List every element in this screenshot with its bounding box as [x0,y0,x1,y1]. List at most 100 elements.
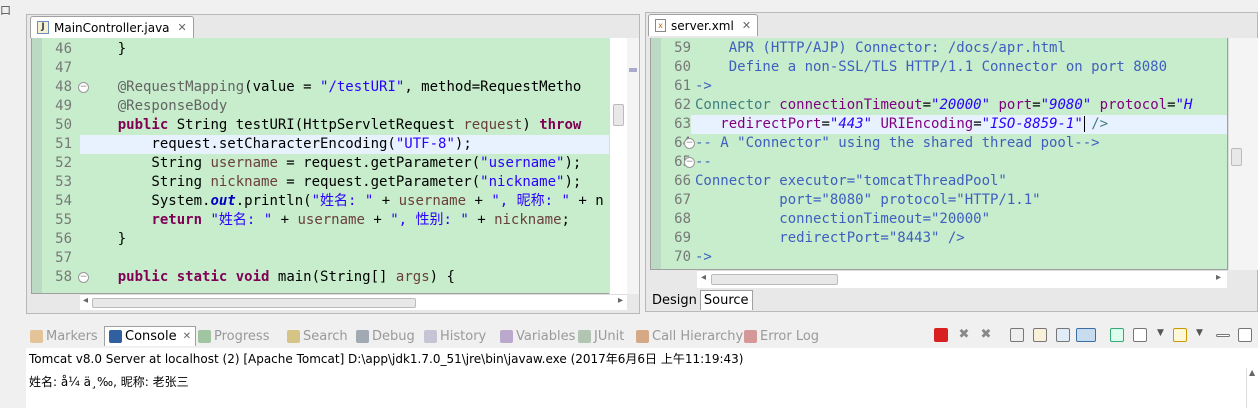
tab-server-xml[interactable]: x server.xml ✕ [648,14,759,36]
tab-history[interactable]: History [424,326,486,346]
line-number: 67 [674,192,691,208]
tab-label: Console [125,329,177,344]
chevron-down-icon[interactable]: ▼ [1196,328,1203,338]
code-token: "nickname" [480,174,565,190]
code-token: + [466,193,492,209]
word-wrap-icon[interactable] [1056,328,1070,342]
line-number: 48 [55,79,72,95]
code-token: + n [569,193,604,209]
right-vertical-scroll-thumb[interactable] [1231,148,1242,166]
remove-all-terminated-icon[interactable]: ✖ [979,328,993,342]
line-number: 66 [674,173,691,189]
right-horizontal-scrollbar[interactable]: ◂ ▸ [697,270,1227,288]
tab-markers[interactable]: Markers [30,326,98,346]
display-selected-console-icon[interactable] [1110,328,1124,342]
minimize-icon[interactable] [1216,334,1230,337]
code-token: void [235,269,270,285]
code-token: redirectPort [720,116,822,132]
code-token: Define a non-SSL/TLS HTTP/1.1 Connector … [695,59,1168,75]
code-token: "9080" [1040,97,1092,113]
close-icon[interactable]: ✕ [183,331,191,342]
right-code-editor[interactable]: 59 APR (HTTP/AJP) Connector: /docs/apr.h… [650,38,1228,270]
code-token: "/testURI" [320,79,405,95]
line-number [42,287,72,293]
fold-toggle-icon[interactable]: − [684,157,695,168]
code-token: ", 性别: " [390,212,469,228]
code-line: @ResponseBody [84,97,228,116]
code-token: ) [522,117,540,133]
console-output: 姓名: å¼ ä¸‰, 昵称: 老张三 [29,375,189,389]
code-token: args [395,269,430,285]
tab-debug[interactable]: Debug [356,326,415,346]
right-horizontal-scroll-thumb[interactable] [711,274,838,285]
code-token: nickname [494,212,562,228]
pin-console-icon[interactable] [1076,328,1096,342]
clear-console-icon[interactable] [1010,328,1024,342]
scroll-lock-icon[interactable] [1033,328,1047,342]
code-token: + [373,193,399,209]
left-horizontal-scroll-thumb[interactable] [92,298,416,308]
right-change-ruler [651,38,661,269]
tab-label: Error Log [760,328,820,344]
right-vertical-scrollbar[interactable] [1228,38,1258,270]
chevron-down-icon[interactable]: ▼ [1157,328,1164,338]
line-number: 56 [55,231,72,247]
code-line: public static void main(String[] args) { [84,268,455,287]
left-code-editor[interactable]: 46 } 47 48− @RequestMapping(value = "/test… [31,38,627,294]
fold-toggle-icon[interactable]: − [684,138,695,149]
maximize-icon[interactable] [1238,328,1252,342]
code-line: return "姓名: " + username + ", 性别: " + ni… [84,211,570,230]
code-token: public [117,269,169,285]
close-icon[interactable]: ✕ [742,19,751,32]
console-vertical-scrollbar[interactable]: ▲ [1246,368,1258,408]
code-line: String nickname = request.getParameter("… [84,173,581,192]
left-vertical-scrollbar[interactable] [609,38,627,294]
code-token: /> [1091,116,1109,132]
code-token: + [468,212,495,228]
tab-design[interactable]: Design [649,291,700,310]
tab-search[interactable]: Search [287,326,348,346]
open-console-icon[interactable] [1133,328,1147,342]
tab-label: Variables [516,328,576,344]
history-icon [424,329,437,343]
tab-console[interactable]: Console ✕ [104,326,196,346]
line-number: 70 [674,249,691,265]
tab-variables[interactable]: Variables [500,326,575,346]
code-token: "姓名: " [311,193,374,209]
tab-error-log[interactable]: Error Log [744,326,819,346]
code-token: = [922,97,932,113]
terminate-icon[interactable] [934,328,948,342]
remove-launch-icon[interactable]: ✖ [957,328,971,342]
code-token: "ISO-8859-1" [981,116,1083,132]
code-line: APR (HTTP/AJP) Connector: /docs/apr.html [695,39,1066,58]
markers-icon [30,329,43,343]
code-token: connectionTimeout [779,97,923,113]
java-file-icon: J [37,21,49,34]
line-number: 62 [674,97,691,113]
code-token: Connector [695,97,771,113]
tab-progress[interactable]: Progress [198,326,269,346]
new-console-icon[interactable] [1173,328,1187,342]
code-token: protocol [1099,97,1168,113]
code-line: -- A "Connector" using the shared thread… [695,134,1100,153]
xml-file-icon: x [655,19,666,32]
close-icon[interactable]: ✕ [178,21,187,34]
code-line: Define a non-SSL/TLS HTTP/1.1 Connector … [695,58,1167,77]
left-vertical-scroll-thumb[interactable] [613,104,624,126]
tab-label: Call Hierarchy [652,328,744,344]
tab-label: JUnit [594,328,625,344]
line-number: 50 [55,117,72,133]
code-token: public [117,117,169,133]
left-horizontal-scrollbar[interactable]: ◂ ▸ [80,294,627,310]
tab-source[interactable]: Source [699,290,753,310]
tab-junit[interactable]: JUnit [578,326,624,346]
code-token: redirectPort="8443" /> [695,230,965,246]
line-number: 52 [55,155,72,171]
console-icon [109,330,122,343]
tab-main-controller[interactable]: J MainController.java ✕ [30,16,194,38]
tab-call-hierarchy[interactable]: Call Hierarchy [636,326,743,346]
